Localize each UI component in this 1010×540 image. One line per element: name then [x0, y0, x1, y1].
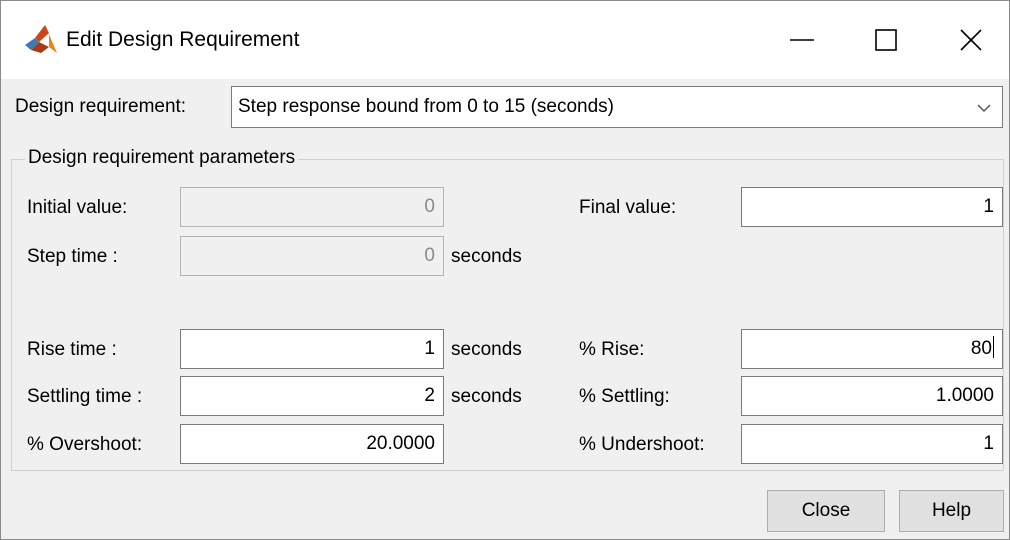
percent-settling-label: % Settling: [579, 386, 670, 407]
close-icon [960, 29, 982, 51]
parameters-group-title: Design requirement parameters [25, 147, 299, 169]
close-button[interactable]: Close [767, 490, 885, 532]
maximize-button[interactable] [841, 1, 931, 79]
close-window-button[interactable] [926, 1, 1009, 79]
text-caret [993, 336, 994, 359]
percent-rise-field[interactable]: 80 [741, 329, 1003, 369]
help-button[interactable]: Help [899, 490, 1004, 532]
minimize-button[interactable] [757, 1, 847, 79]
final-value-label: Final value: [579, 197, 677, 218]
percent-rise-value: 80 [970, 338, 992, 359]
step-time-label: Step time : [27, 246, 118, 267]
matlab-logo-icon [23, 23, 59, 57]
minimize-icon [790, 39, 814, 41]
rise-time-label: Rise time : [27, 339, 117, 360]
edit-design-requirement-dialog: Edit Design Requirement Design requireme… [0, 0, 1010, 540]
design-requirement-label: Design requirement: [15, 96, 187, 117]
settling-time-label: Settling time : [27, 386, 143, 407]
percent-undershoot-label: % Undershoot: [579, 434, 705, 455]
title-bar[interactable]: Edit Design Requirement [1, 1, 1009, 79]
maximize-icon [875, 29, 897, 51]
percent-rise-label: % Rise: [579, 339, 645, 360]
rise-time-unit: seconds [451, 339, 522, 360]
percent-overshoot-field[interactable]: 20.0000 [180, 424, 444, 464]
design-requirement-value: Step response bound from 0 to 15 (second… [238, 96, 615, 117]
settling-time-field[interactable]: 2 [180, 376, 444, 416]
chevron-down-icon [974, 97, 994, 122]
percent-undershoot-field[interactable]: 1 [741, 424, 1003, 464]
final-value-field[interactable]: 1 [741, 187, 1003, 227]
window-title: Edit Design Requirement [66, 28, 300, 51]
step-time-unit: seconds [451, 246, 522, 267]
design-requirement-select[interactable]: Step response bound from 0 to 15 (second… [231, 86, 1003, 128]
step-time-field: 0 [180, 236, 444, 276]
percent-overshoot-label: % Overshoot: [27, 434, 143, 455]
initial-value-field: 0 [180, 187, 444, 227]
settling-time-unit: seconds [451, 386, 522, 407]
initial-value-label: Initial value: [27, 197, 128, 218]
rise-time-field[interactable]: 1 [180, 329, 444, 369]
percent-settling-field[interactable]: 1.0000 [741, 376, 1003, 416]
